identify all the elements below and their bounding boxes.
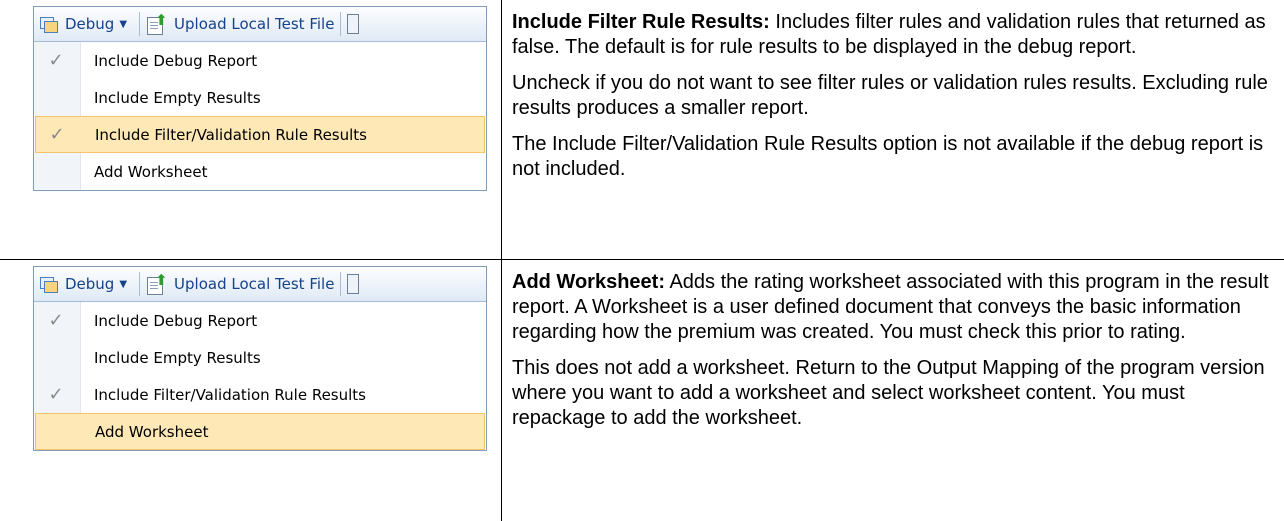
menu-item-label: Include Debug Report [94, 311, 258, 330]
menu-item-include-empty-results[interactable]: Include Empty Results [34, 339, 486, 376]
table-row: Debug ▼ ⬆ Upload Local Test File ✓ Inclu… [0, 259, 1284, 521]
menu-item-label: Add Worksheet [94, 162, 208, 181]
upload-icon: ⬆ [146, 11, 168, 35]
option-title: Include Filter Rule Results: [512, 11, 770, 33]
menu-item-label: Include Filter/Validation Rule Results [94, 385, 366, 404]
description-paragraph: Add Worksheet: Adds the rating worksheet… [512, 270, 1272, 345]
debug-menu-screenshot: Debug ▼ ⬆ Upload Local Test File ✓ Inclu… [33, 266, 487, 451]
menu-item-label: Include Empty Results [94, 88, 261, 107]
description-paragraph: The Include Filter/Validation Rule Resul… [512, 133, 1264, 180]
chevron-down-icon: ▼ [119, 278, 128, 290]
description-cell: Include Filter Rule Results: Includes fi… [512, 10, 1272, 193]
upload-label: Upload Local Test File [174, 275, 335, 293]
option-title: Add Worksheet: [512, 271, 665, 293]
menu-item-add-worksheet[interactable]: Add Worksheet [34, 153, 486, 190]
document-table: Debug ▼ ⬆ Upload Local Test File ✓ Inclu… [0, 0, 1284, 521]
debug-menu-screenshot: Debug ▼ ⬆ Upload Local Test File ✓ Inclu… [33, 6, 487, 191]
menu-item-label: Include Debug Report [94, 51, 258, 70]
document-icon [347, 274, 360, 294]
menu-item-label: Include Filter/Validation Rule Results [95, 125, 367, 144]
toolbar: Debug ▼ ⬆ Upload Local Test File [34, 267, 486, 302]
upload-local-test-file-button[interactable]: ⬆ Upload Local Test File [146, 267, 334, 301]
debug-label: Debug [65, 275, 115, 293]
debug-dropdown-button[interactable]: Debug ▼ [34, 7, 133, 41]
checkmark-icon: ✓ [48, 310, 64, 331]
toolbar-separator [139, 272, 141, 296]
debug-dropdown-button[interactable]: Debug ▼ [34, 267, 133, 301]
checkmark-icon: ✓ [48, 50, 64, 71]
toolbar-separator [139, 12, 141, 36]
menu-item-include-debug-report[interactable]: ✓ Include Debug Report [34, 302, 486, 339]
checkmark-icon: ✓ [49, 124, 65, 145]
upload-icon: ⬆ [146, 271, 168, 295]
description-cell: Add Worksheet: Adds the rating worksheet… [512, 270, 1272, 442]
dropdown-menu: ✓ Include Debug Report Include Empty Res… [34, 42, 486, 190]
toolbar-button-partial[interactable] [347, 7, 360, 41]
description-paragraph: Uncheck if you do not want to see filter… [512, 72, 1268, 119]
menu-item-include-empty-results[interactable]: Include Empty Results [34, 79, 486, 116]
menu-item-label: Include Empty Results [94, 348, 261, 367]
table-row: Debug ▼ ⬆ Upload Local Test File ✓ Inclu… [0, 0, 1284, 259]
debug-label: Debug [65, 15, 115, 33]
menu-item-include-debug-report[interactable]: ✓ Include Debug Report [34, 42, 486, 79]
upload-local-test-file-button[interactable]: ⬆ Upload Local Test File [146, 7, 334, 41]
upload-label: Upload Local Test File [174, 15, 335, 33]
chevron-down-icon: ▼ [119, 18, 128, 30]
toolbar: Debug ▼ ⬆ Upload Local Test File [34, 7, 486, 42]
checkmark-icon: ✓ [48, 384, 64, 405]
menu-item-include-filter-validation-rule-results[interactable]: ✓ Include Filter/Validation Rule Results [35, 116, 485, 153]
toolbar-button-partial[interactable] [347, 267, 360, 301]
description-paragraph: Include Filter Rule Results: Includes fi… [512, 10, 1272, 60]
document-icon [347, 14, 360, 34]
menu-item-label: Add Worksheet [95, 422, 209, 441]
dropdown-menu: ✓ Include Debug Report Include Empty Res… [34, 302, 486, 450]
windows-icon [40, 276, 58, 293]
windows-icon [40, 16, 58, 33]
toolbar-separator [340, 272, 342, 296]
description-paragraph: This does not add a worksheet. Return to… [512, 357, 1265, 429]
menu-item-add-worksheet[interactable]: Add Worksheet [35, 413, 485, 450]
toolbar-separator [340, 12, 342, 36]
menu-item-include-filter-validation-rule-results[interactable]: ✓ Include Filter/Validation Rule Results [34, 376, 486, 413]
